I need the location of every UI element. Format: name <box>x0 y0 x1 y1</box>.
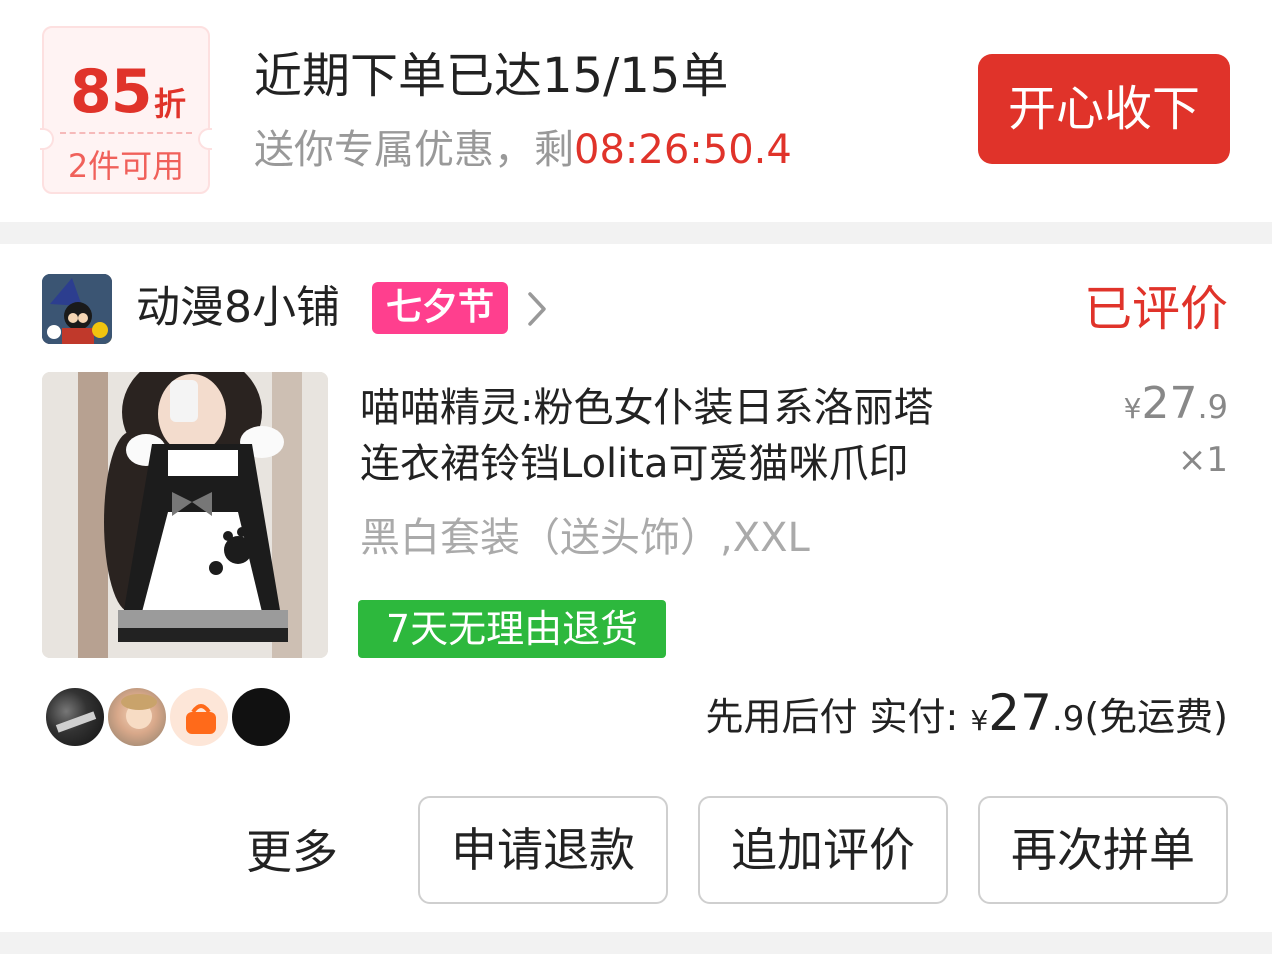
shop-name[interactable]: 动漫8小铺 <box>136 280 340 336</box>
avatar <box>44 686 106 748</box>
avatar <box>168 686 230 748</box>
product-title[interactable]: 喵喵精灵:粉色女仆装日系洛丽塔 连衣裙铃铛Lolita可爱猫咪爪印 <box>360 380 1060 492</box>
payment-summary: 先用后付 实付: ¥27.9(免运费) <box>705 684 1228 749</box>
coupon-discount-value: 85 <box>70 57 152 127</box>
promo-banner: 85 折 2件可用 近期下单已达15/15单 送你专属优惠，剩08:26:50.… <box>0 0 1272 222</box>
promo-subtitle: 送你专属优惠，剩08:26:50.4 <box>254 124 792 176</box>
quantity: ×1 <box>1177 440 1228 480</box>
payment-label: 先用后付 实付: <box>705 695 971 739</box>
order-card: 动漫8小铺 七夕节 已评价 喵喵精灵:粉色女仆装日系洛丽塔 连衣裙铃铛Lolit… <box>0 244 1272 932</box>
unit-price: ¥27.9 <box>1124 378 1228 429</box>
chevron-right-icon[interactable] <box>524 290 550 328</box>
coupon-divider <box>60 132 192 134</box>
discount-coupon[interactable]: 85 折 2件可用 <box>40 26 212 194</box>
buyer-avatars <box>44 686 304 750</box>
product-title-line-2: 连衣裙铃铛Lolita可爱猫咪爪印 <box>360 441 909 487</box>
unit-price-currency: ¥ <box>1123 392 1142 425</box>
coupon-discount-unit: 折 <box>154 85 187 123</box>
maid-dress-photo <box>42 372 328 658</box>
accept-coupon-button[interactable]: 开心收下 <box>978 54 1230 164</box>
shop-avatar[interactable] <box>42 274 112 344</box>
shipping-note: (免运费) <box>1084 695 1228 739</box>
promo-title: 近期下单已达15/15单 <box>254 48 729 104</box>
qixi-festival-badge: 七夕节 <box>372 282 508 334</box>
more-button[interactable]: 更多 <box>246 822 338 882</box>
payment-currency: ¥ <box>970 704 989 737</box>
reorder-button[interactable]: 再次拼单 <box>978 796 1228 904</box>
payment-decimal: .9 <box>1051 699 1085 739</box>
request-refund-button[interactable]: 申请退款 <box>418 796 668 904</box>
payment-integer: 27 <box>988 684 1052 742</box>
add-review-button[interactable]: 追加评价 <box>698 796 948 904</box>
coupon-condition: 2件可用 <box>67 147 185 185</box>
promo-countdown: 08:26:50.4 <box>574 127 792 173</box>
avatar <box>230 686 292 748</box>
avatar <box>106 686 168 748</box>
product-title-line-1: 喵喵精灵:粉色女仆装日系洛丽塔 <box>360 385 934 431</box>
product-image[interactable] <box>42 372 328 658</box>
return-policy-badge: 7天无理由退货 <box>358 600 666 658</box>
order-status: 已评价 <box>1083 281 1228 337</box>
unit-price-integer: 27 <box>1141 378 1198 429</box>
promo-subtitle-text: 送你专属优惠，剩 <box>254 127 574 173</box>
product-variant: 黑白套装（送头饰）,XXL <box>360 515 810 561</box>
shop-avatar-image <box>42 274 112 344</box>
unit-price-decimal: .9 <box>1197 388 1228 426</box>
